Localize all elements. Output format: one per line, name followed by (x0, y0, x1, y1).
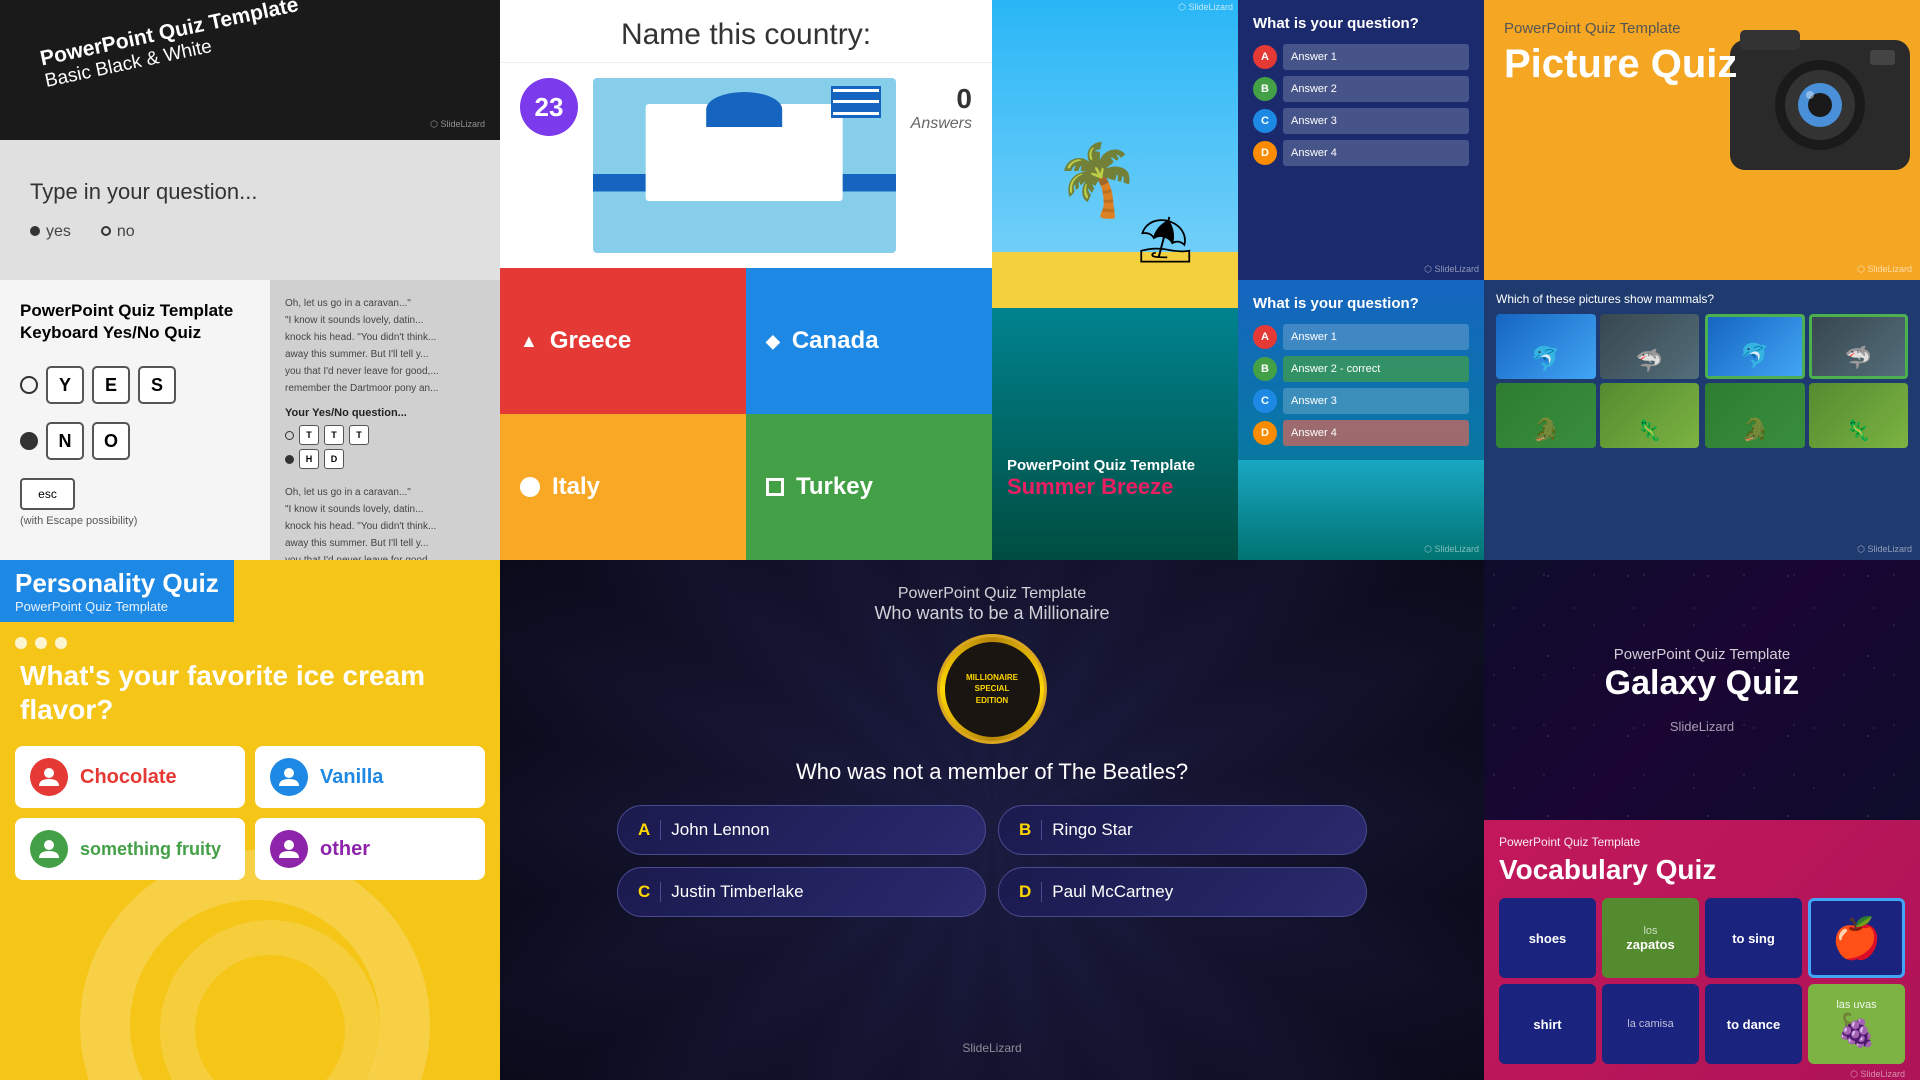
yn-question-label: Your Yes/No question... (285, 407, 485, 419)
pq-slidelizard: ⬡ SlideLizard (1857, 264, 1912, 275)
slidelizard-badge1: ⬡ SlideLizard (430, 119, 485, 130)
mill-letter-b: B (1019, 820, 1031, 840)
summer-breeze-cell: 🌴 ⛱ ⬡ SlideLizard PowerPoint Quiz Templa… (992, 0, 1238, 560)
bw-yes[interactable]: yes (46, 223, 71, 240)
opt-other-text: other (320, 838, 370, 861)
country-question: Name this country: (520, 18, 972, 52)
mill-ans-d[interactable]: D Paul McCartney (998, 867, 1367, 917)
wq1-ans-b[interactable]: Answer 2 (1283, 76, 1469, 102)
person-icon-2 (278, 766, 300, 788)
mill-letter-d: D (1019, 882, 1031, 902)
thumbs-slidelizard: ⬡ SlideLizard (1857, 544, 1912, 555)
galaxy-quiz-cell: PowerPoint Quiz Template Galaxy Quiz Sli… (1484, 560, 1920, 1080)
vocab-card-camisa[interactable]: la camisa (1602, 984, 1699, 1064)
opt-fruity-text: something fruity (80, 839, 221, 860)
vocab-card-dance[interactable]: to dance (1705, 984, 1802, 1064)
bw-quiz-cell: PowerPoint Quiz Template Basic Black & W… (0, 0, 500, 280)
key-e[interactable]: E (92, 366, 130, 404)
wq1-question: What is your question? (1253, 15, 1469, 32)
personality-template: PowerPoint Quiz Template (15, 599, 219, 614)
summer-title: Summer Breeze (1007, 474, 1195, 500)
wq2-ans-d[interactable]: Answer 4 (1283, 420, 1469, 446)
vocab-card-apple[interactable]: 🍎 (1808, 898, 1905, 978)
person-icon-3 (38, 838, 60, 860)
personality-title: Personality Quiz (15, 568, 219, 599)
opt-vanilla-text: Vanilla (320, 766, 383, 789)
answers-label: Answers (911, 115, 972, 133)
vocab-card-zapatos[interactable]: los zapatos (1602, 898, 1699, 978)
vocab-card-sing[interactable]: to sing (1705, 898, 1802, 978)
mill-letter-c: C (638, 882, 650, 902)
personality-header-bar: Personality Quiz PowerPoint Quiz Templat… (0, 560, 234, 622)
wq2-slidelizard: ⬡ SlideLizard (1424, 544, 1479, 555)
person-icon-4 (278, 838, 300, 860)
personality-quiz-cell: Personality Quiz PowerPoint Quiz Templat… (0, 560, 500, 1080)
person-icon-1 (38, 766, 60, 788)
opt-fruity[interactable]: something fruity (15, 818, 245, 880)
answer-turkey[interactable]: Turkey (746, 414, 992, 560)
vocab-card-shoes[interactable]: shoes (1499, 898, 1596, 978)
question-number: 23 (520, 78, 578, 136)
pq-label: PowerPoint Quiz Template (1504, 20, 1900, 37)
vocab-title: Vocabulary Quiz (1499, 854, 1905, 886)
pq-mammals-question: Which of these pictures show mammals? (1496, 292, 1908, 306)
country-quiz-cell: Name this country: 23 (500, 0, 992, 560)
opt-other[interactable]: other (255, 818, 485, 880)
mill-ppt-label: PowerPoint Quiz Template (898, 585, 1086, 603)
wq1-ans-a[interactable]: Answer 1 (1283, 44, 1469, 70)
personality-question: What's your favorite ice cream flavor? (0, 659, 500, 726)
answer-canada[interactable]: ◆ Canada (746, 268, 992, 414)
vocab-card-shirt[interactable]: shirt (1499, 984, 1596, 1064)
mill-subtitle: Who wants to be a Millionaire (874, 603, 1109, 624)
vocab-card-grapes[interactable]: las uvas 🍇 (1808, 984, 1905, 1064)
mill-question: Who was not a member of The Beatles? (796, 759, 1188, 785)
esc-key[interactable]: esc (20, 478, 75, 510)
summer-slidelizard: ⬡ SlideLizard (1178, 2, 1233, 13)
wq2-ans-b[interactable]: Answer 2 - correct (1283, 356, 1469, 382)
opt-chocolate-text: Chocolate (80, 766, 177, 789)
answer-greece[interactable]: ▲ Greece (500, 268, 746, 414)
vocab-label: PowerPoint Quiz Template (1499, 835, 1905, 849)
bw-no[interactable]: no (117, 223, 135, 240)
galaxy-ppt-label: PowerPoint Quiz Template (1614, 646, 1790, 663)
mill-slidelizard: SlideLizard (962, 1041, 1021, 1055)
galaxy-slidelizard: SlideLizard (1670, 719, 1734, 734)
mill-ans-a[interactable]: A John Lennon (617, 805, 986, 855)
key-s[interactable]: S (138, 366, 176, 404)
answer-italy[interactable]: Italy (500, 414, 746, 560)
keyboard-quiz-cell: PowerPoint Quiz Template Keyboard Yes/No… (0, 280, 500, 560)
key-n[interactable]: N (46, 422, 84, 460)
wq-panel2: What is your question? A Answer 1 B Answ… (1238, 280, 1484, 560)
wq1-ans-d[interactable]: Answer 4 (1283, 140, 1469, 166)
wq1-slidelizard: ⬡ SlideLizard (1424, 264, 1479, 275)
wq2-question: What is your question? (1253, 295, 1469, 312)
mill-ans-b[interactable]: B Ringo Star (998, 805, 1367, 855)
bw-question1: Type in your question... (30, 179, 257, 205)
picture-quiz-title-cell: PowerPoint Quiz Template Picture Quiz ⬡ … (1484, 0, 1920, 280)
summer-wq-wrapper: 🌴 ⛱ ⬡ SlideLizard PowerPoint Quiz Templa… (992, 0, 1484, 560)
opt-chocolate[interactable]: Chocolate (15, 746, 245, 808)
key-o[interactable]: O (92, 422, 130, 460)
wq2-ans-a[interactable]: Answer 1 (1283, 324, 1469, 350)
picture-quiz-thumbs-cell: Which of these pictures show mammals? 🐬 … (1484, 280, 1920, 560)
wq2-ans-c[interactable]: Answer 3 (1283, 388, 1469, 414)
millionaire-cell: PowerPoint Quiz Template Who wants to be… (500, 560, 1484, 1080)
mill-ans-c[interactable]: C Justin Timberlake (617, 867, 986, 917)
escape-note: (with Escape possibility) (20, 515, 250, 527)
mill-logo: MILLIONAIRE SPECIAL EDITION (966, 672, 1018, 706)
summer-label: PowerPoint Quiz Template (1007, 457, 1195, 474)
answers-count: 0 (911, 83, 972, 115)
pq-title: Picture Quiz (1504, 42, 1900, 87)
keyboard-title: PowerPoint Quiz Template Keyboard Yes/No… (20, 300, 250, 344)
vocab-slidelizard: ⬡ SlideLizard (1499, 1069, 1905, 1080)
opt-vanilla[interactable]: Vanilla (255, 746, 485, 808)
galaxy-title: Galaxy Quiz (1605, 663, 1800, 704)
wq-panel1: What is your question? A Answer 1 B Answ… (1238, 0, 1484, 280)
mill-letter-a: A (638, 820, 650, 840)
key-y[interactable]: Y (46, 366, 84, 404)
wq1-ans-c[interactable]: Answer 3 (1283, 108, 1469, 134)
